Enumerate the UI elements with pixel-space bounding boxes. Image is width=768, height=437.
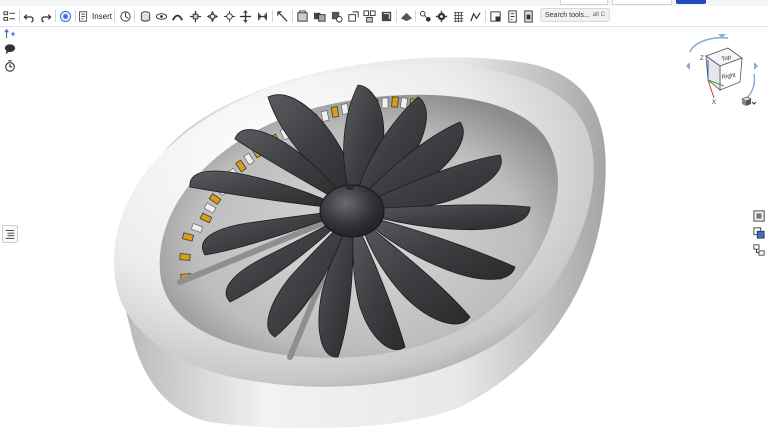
mirror-icon[interactable] bbox=[379, 9, 393, 23]
feature-list-icon[interactable] bbox=[2, 9, 16, 23]
gear-icon[interactable] bbox=[434, 9, 448, 23]
render-icon[interactable] bbox=[521, 9, 535, 23]
variables-icon[interactable] bbox=[3, 27, 17, 41]
toolbar-divider bbox=[19, 10, 20, 22]
thicken-icon[interactable] bbox=[205, 9, 219, 23]
search-shortcut: alt C bbox=[592, 12, 606, 18]
search-placeholder: Search tools... bbox=[545, 11, 590, 19]
plane-icon[interactable] bbox=[399, 9, 413, 23]
loft-icon[interactable] bbox=[188, 9, 202, 23]
spinner-hub bbox=[319, 184, 385, 238]
history-icon[interactable] bbox=[3, 59, 17, 73]
redo-icon[interactable] bbox=[38, 9, 52, 23]
sheet-metal-icon[interactable] bbox=[451, 9, 465, 23]
main-toolbar: Insert Search tools... alt C bbox=[0, 6, 768, 27]
mate-icon[interactable] bbox=[418, 9, 432, 23]
transform-icon[interactable] bbox=[346, 9, 360, 23]
measure-icon[interactable] bbox=[505, 9, 519, 23]
pattern-icon[interactable] bbox=[362, 9, 376, 23]
comment-icon[interactable] bbox=[3, 42, 17, 56]
frame-icon[interactable] bbox=[468, 9, 482, 23]
feature-studio-icon[interactable] bbox=[58, 9, 72, 23]
surface-icon[interactable] bbox=[488, 9, 502, 23]
toolbar-divider bbox=[272, 10, 273, 22]
extrude-icon[interactable] bbox=[138, 9, 152, 23]
toolbar-divider bbox=[55, 10, 56, 22]
search-tools-input[interactable]: Search tools... alt C bbox=[540, 8, 610, 22]
toolbar-divider bbox=[415, 10, 416, 22]
insert-label: Insert bbox=[92, 11, 113, 21]
ducted-fan-model[interactable] bbox=[20, 27, 750, 432]
toolbar-divider bbox=[134, 10, 135, 22]
revolve-icon[interactable] bbox=[154, 9, 168, 23]
sketch-icon[interactable] bbox=[118, 9, 132, 23]
graphics-viewport[interactable] bbox=[20, 27, 750, 432]
x-axis-label: X bbox=[712, 100, 716, 106]
z-axis-label: Z bbox=[700, 56, 704, 62]
assembly-panel-icon[interactable] bbox=[752, 243, 766, 257]
top-field-right[interactable] bbox=[612, 0, 672, 5]
top-field-left[interactable] bbox=[560, 0, 608, 5]
insert-button[interactable]: Insert bbox=[78, 9, 112, 23]
sweep-icon[interactable] bbox=[170, 9, 184, 23]
spinner-tip bbox=[346, 184, 354, 190]
toolbar-divider bbox=[292, 10, 293, 22]
share-button[interactable] bbox=[676, 0, 706, 4]
chamfer-icon[interactable] bbox=[238, 9, 252, 23]
fillet-icon[interactable] bbox=[222, 9, 236, 23]
toolbar-divider bbox=[485, 10, 486, 22]
parts-panel-icon[interactable] bbox=[752, 226, 766, 240]
feature-list-toggle-icon[interactable] bbox=[2, 225, 18, 243]
shell-icon[interactable] bbox=[255, 9, 269, 23]
insert-icon bbox=[79, 10, 88, 22]
toolbar-divider bbox=[75, 10, 76, 22]
toolbar-divider bbox=[114, 10, 115, 22]
toolbar-divider bbox=[396, 10, 397, 22]
left-sidebar bbox=[0, 27, 20, 432]
draft-icon[interactable] bbox=[275, 9, 289, 23]
undo-icon[interactable] bbox=[22, 9, 36, 23]
rib-icon[interactable] bbox=[295, 9, 309, 23]
appearance-panel-icon[interactable] bbox=[752, 209, 766, 223]
boolean-icon[interactable] bbox=[312, 9, 326, 23]
view-options-icon[interactable] bbox=[740, 95, 757, 109]
split-icon[interactable] bbox=[329, 9, 343, 23]
